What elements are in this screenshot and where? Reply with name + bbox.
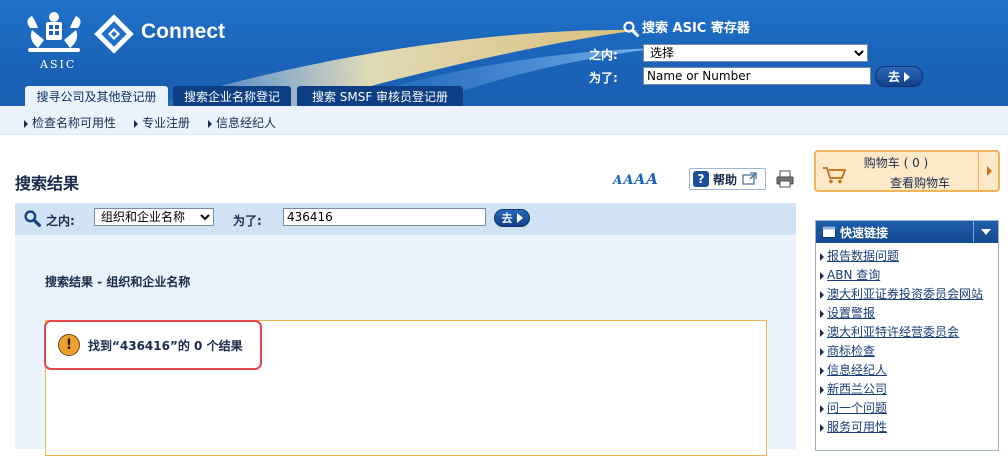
arrow-right-icon (986, 166, 992, 176)
quick-link-item[interactable]: 新西兰公司 (820, 380, 998, 399)
triangle-bullet-icon (820, 385, 824, 394)
quick-link-label: 信息经纪人 (827, 363, 888, 377)
shopping-cart-panel: 购物车 ( 0 ) 查看购物车 (814, 150, 1000, 192)
site-header: ASIC Connect 搜索 ASIC 寄存器 之内: 选择 为了: 去 搜寻… (0, 0, 1008, 106)
quick-link-item[interactable]: 澳大利亚特许经营委员会 (820, 323, 998, 342)
help-button[interactable]: ? 帮助 (689, 168, 766, 190)
brand-name: Connect (141, 20, 225, 43)
quick-links-header: 快速链接 (816, 221, 998, 243)
asic-logo-text: ASIC (40, 58, 77, 71)
cart-expand-button[interactable] (978, 152, 999, 190)
search-for-label: 为了: (233, 214, 262, 228)
warning-icon: ! (58, 334, 80, 356)
search-go-button[interactable]: 去 (494, 209, 530, 227)
quick-link-label: 澳大利亚特许经营委员会 (827, 325, 960, 339)
quick-link-label: 设置警报 (827, 306, 876, 320)
sub-navigation: 检查名称可用性 专业注册 信息经纪人 (0, 106, 1008, 135)
triangle-bullet-icon (820, 328, 824, 337)
quick-link-item[interactable]: 服务可用性 (820, 418, 998, 437)
quick-link-item[interactable]: 设置警报 (820, 304, 998, 323)
triangle-bullet-icon (24, 119, 28, 128)
subnav-label: 专业注册 (142, 116, 191, 130)
results-search-bar: 之内: 组织和企业名称 为了: 去 (15, 203, 796, 235)
quick-link-label: 报告数据问题 (827, 249, 900, 263)
result-message: 找到“436416”的 0 个结果 (88, 338, 243, 353)
header-search-title-text: 搜索 ASIC 寄存器 (642, 21, 750, 36)
font-size-large-button[interactable]: A (634, 172, 645, 188)
subnav-information-broker[interactable]: 信息经纪人 (208, 114, 276, 131)
header-search-input[interactable] (643, 67, 871, 85)
help-label: 帮助 (713, 172, 738, 187)
coat-of-arms-icon (27, 12, 81, 52)
quick-links-dropdown-button[interactable] (973, 221, 998, 243)
popup-window-icon (742, 172, 757, 185)
triangle-bullet-icon (820, 404, 824, 413)
font-size-medium-button[interactable]: A (623, 173, 633, 188)
search-within-label: 之内: (46, 214, 75, 228)
search-icon (623, 20, 639, 37)
subnav-label: 检查名称可用性 (32, 116, 117, 130)
search-icon (24, 210, 41, 227)
search-for-input[interactable] (283, 208, 486, 226)
quick-link-label: 商标检查 (827, 344, 876, 358)
quick-link-label: 服务可用性 (827, 420, 888, 434)
subnav-check-name[interactable]: 检查名称可用性 (24, 114, 116, 131)
tab-search-company[interactable]: 搜寻公司及其他登记册 (25, 86, 168, 106)
triangle-bullet-icon (820, 290, 824, 299)
cart-title: 购物车 ( 0 ) (863, 156, 929, 170)
tab-smsf-auditors[interactable]: 搜索 SMSF 审核员登记册 (297, 86, 463, 106)
triangle-bullet-icon (208, 119, 212, 128)
quick-link-label: 问一个问题 (827, 401, 888, 415)
header-go-button[interactable]: 去 (875, 66, 923, 87)
triangle-bullet-icon (820, 366, 824, 375)
quick-link-item[interactable]: 信息经纪人 (820, 361, 998, 380)
triangle-bullet-icon (820, 347, 824, 356)
arrow-right-icon (516, 213, 523, 223)
header-go-label: 去 (887, 70, 900, 84)
quick-link-label: 澳大利亚证券投资委员会网站 (827, 287, 984, 301)
search-within-select[interactable]: 组织和企业名称 (94, 208, 214, 226)
header-register-select[interactable]: 选择 (643, 44, 868, 62)
search-go-label: 去 (501, 212, 513, 225)
subnav-label: 信息经纪人 (216, 116, 277, 130)
quick-link-item[interactable]: 商标检查 (820, 342, 998, 361)
quick-links-title: 快速链接 (840, 225, 889, 240)
view-cart-link[interactable]: 查看购物车 (890, 174, 950, 191)
result-message-highlight: ! 找到“436416”的 0 个结果 (44, 320, 262, 370)
quick-links-list: 报告数据问题 ABN 查询 澳大利亚证券投资委员会网站 设置警报 澳大利亚特许经… (820, 247, 998, 437)
arrow-right-icon (904, 71, 910, 82)
subnav-professional-registration[interactable]: 专业注册 (134, 114, 190, 131)
quick-link-item[interactable]: 问一个问题 (820, 399, 998, 418)
help-question-icon: ? (693, 171, 709, 187)
quick-link-item[interactable]: ABN 查询 (820, 266, 998, 285)
quick-link-label: ABN 查询 (827, 268, 881, 282)
font-size-controls: AAAA (613, 170, 659, 188)
results-heading: 搜索结果 - 组织和企业名称 (45, 275, 191, 289)
quick-link-item[interactable]: 澳大利亚证券投资委员会网站 (820, 285, 998, 304)
header-for-label: 为了: (589, 71, 618, 85)
font-size-small-button[interactable]: A (613, 173, 622, 187)
font-size-xlarge-button[interactable]: A (646, 170, 658, 188)
header-search-title: 搜索 ASIC 寄存器 (623, 17, 750, 37)
triangle-bullet-icon (820, 309, 824, 318)
triangle-bullet-icon (820, 252, 824, 261)
page-title: 搜索结果 (15, 174, 80, 193)
header-within-label: 之内: (589, 48, 618, 62)
triangle-bullet-icon (134, 119, 138, 128)
quick-link-label: 新西兰公司 (827, 382, 888, 396)
window-icon (822, 226, 836, 238)
chevron-down-icon (981, 229, 991, 235)
triangle-bullet-icon (820, 271, 824, 280)
print-icon[interactable] (776, 170, 794, 188)
quick-link-item[interactable]: 报告数据问题 (820, 247, 998, 266)
quick-links-panel: 快速链接 报告数据问题 ABN 查询 澳大利亚证券投资委员会网站 设置警报 澳大… (815, 220, 999, 451)
tab-business-names[interactable]: 搜索企业名称登记 (173, 86, 291, 106)
connect-logo-icon (94, 14, 134, 54)
triangle-bullet-icon (820, 423, 824, 432)
